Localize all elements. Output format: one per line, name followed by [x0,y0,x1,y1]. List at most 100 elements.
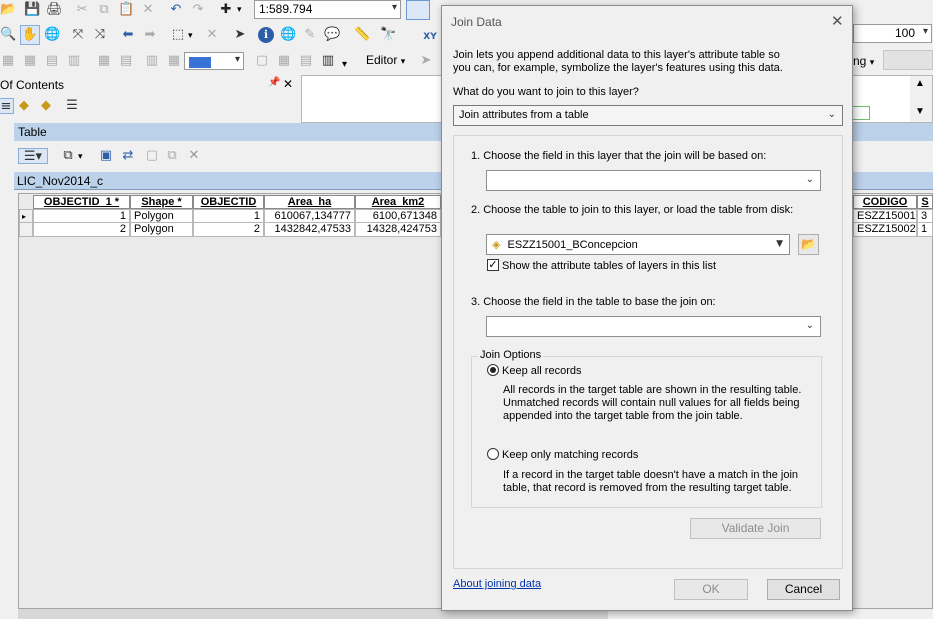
table-cell[interactable]: 3 [917,209,933,223]
layer-field-select[interactable]: ⌄ [486,170,821,191]
keep-matching-records-radio[interactable] [487,448,499,460]
save-icon[interactable]: 💾 [24,2,40,18]
close-icon[interactable]: ✕ [831,12,844,30]
edit-arrow-icon[interactable]: ➤ [418,53,434,69]
layout-icon-3[interactable]: ▤ [298,53,314,69]
chevron-down-icon[interactable]: ▼ [915,106,925,117]
clear-selection-icon[interactable]: ✕ [204,27,220,43]
identify-icon[interactable]: ℹ [258,27,274,43]
table-cell[interactable]: 2 [33,223,130,237]
column-header[interactable]: Shape * [130,195,193,209]
switch-selection-icon[interactable]: ⇄ [120,148,136,164]
list-by-visibility-icon[interactable]: ◆ [38,98,54,114]
column-header[interactable]: Area_ha [264,195,355,209]
pointer-icon[interactable]: ➤ [232,27,248,43]
grid-tool-icon-4[interactable]: ▦ [96,53,112,69]
georef-combo[interactable] [883,50,933,70]
edit-tool-icon[interactable]: ✎ [302,27,318,43]
select-dropdown-icon[interactable]: ▾ [188,30,193,41]
go-to-xy-icon[interactable]: XY [422,29,438,45]
zoom-to-selected-icon[interactable]: ⧉ [164,148,180,164]
zoom-out-icon[interactable]: 🔍 [0,27,16,43]
globe-icon[interactable]: 🌐 [44,27,60,43]
clear-selection-table-icon[interactable]: ▢ [144,148,160,164]
table-cell[interactable]: 1432842,47533 [264,223,355,237]
chevron-up-icon[interactable]: ▲ [915,78,925,89]
table-cell[interactable]: ESZZ15001 [853,209,917,223]
editor-toolbar-icon[interactable] [406,0,430,20]
grid-tool-icon-2[interactable]: ▤ [44,53,60,69]
join-table-select[interactable]: ◈ ESZZ15001_BConcepcion ▼ [486,234,790,255]
table-cell[interactable]: ESZZ15002 [853,223,917,237]
paste-icon[interactable]: 📋 [118,2,134,18]
pan-icon[interactable]: ✋ [20,25,40,45]
column-header[interactable]: OBJECTID [193,195,264,209]
zoom-combo[interactable]: 100 ▾ [853,24,932,43]
select-by-attributes-icon[interactable]: ▣ [98,148,114,164]
ok-button[interactable]: OK [674,579,748,600]
grid-tool-icon-6[interactable]: ▥ [144,53,160,69]
join-field-select[interactable]: ⌄ [486,316,821,337]
full-extent-icon[interactable]: ⤧ [70,27,86,43]
options-icon[interactable]: ☰ [64,98,80,114]
editor-menu[interactable]: Editor ▾ [366,53,405,67]
cut-icon[interactable]: ✂ [74,2,90,18]
column-header[interactable]: S [917,195,933,209]
cancel-button[interactable]: Cancel [767,579,840,600]
related-tables-icon[interactable]: ⧉ [60,148,76,164]
print-icon[interactable]: 🖨 [46,2,63,18]
table-cell[interactable]: 1 [33,209,130,223]
html-popup-icon[interactable]: 💬 [324,27,340,43]
row-selector[interactable] [19,223,33,237]
validate-join-button[interactable]: Validate Join [690,518,821,539]
column-header[interactable]: CODIGO [853,195,917,209]
table-cell[interactable]: 610067,134777 [264,209,355,223]
show-attribute-tables-checkbox[interactable]: ✓ [487,259,499,271]
row-selector[interactable]: ▸ [19,209,33,223]
table-cell[interactable]: 6100,671348 [355,209,441,223]
layout-icon-1[interactable]: ▢ [254,53,270,69]
find-icon[interactable]: 🔭 [380,27,396,43]
snapping-icon[interactable]: ▦ [0,53,16,69]
browse-folder-button[interactable]: 📂 [798,234,819,255]
table-cell[interactable]: Polygon [130,223,193,237]
hyperlink-icon[interactable]: 🌐 [280,27,296,43]
table-cell[interactable]: 14328,424753 [355,223,441,237]
open-icon[interactable]: 📂 [0,2,16,18]
redo-icon[interactable]: ↷ [190,2,206,18]
close-icon[interactable]: ✕ [283,77,293,91]
table-options-icon[interactable]: ☰▾ [18,148,48,164]
forward-extent-icon[interactable]: ➡ [142,27,158,43]
table-cell[interactable]: 1 [917,223,933,237]
table-cell[interactable]: 1 [193,209,264,223]
related-tables-dropdown-icon[interactable]: ▾ [78,151,83,162]
about-joining-data-link[interactable]: About joining data [453,578,541,590]
grid-tool-icon-3[interactable]: ▥ [66,53,82,69]
delete-selected-icon[interactable]: ✕ [186,148,202,164]
grid-tool-icon-5[interactable]: ▤ [118,53,134,69]
back-extent-icon[interactable]: ⬅ [120,27,136,43]
list-by-source-icon[interactable]: ◆ [16,98,32,114]
add-data-icon[interactable]: ✚ [218,2,234,18]
grid-tool-icon-7[interactable]: ▦ [166,53,182,69]
georeferencing-menu[interactable]: ng ▾ [853,54,874,68]
column-header[interactable]: Area_km2 [355,195,441,209]
join-type-select[interactable]: Join attributes from a table ⌄ [453,105,843,126]
measure-icon[interactable]: 📏 [354,27,370,43]
delete-icon[interactable]: ✕ [140,2,156,18]
map-scale-combo[interactable]: 1:589.794 ▾ [254,0,401,19]
table-cell[interactable]: Polygon [130,209,193,223]
layout-icon-4[interactable]: ▥ [320,53,336,69]
fixed-zoom-icon[interactable]: ⤨ [92,27,108,43]
undo-icon[interactable]: ↶ [168,2,184,18]
pin-icon[interactable]: 📌 [268,77,280,88]
layout-icon-2[interactable]: ▦ [276,53,292,69]
copy-icon[interactable]: ⧉ [96,2,112,18]
toolbar-overflow-icon[interactable]: ▾ [342,59,347,70]
select-features-icon[interactable]: ⬚ [170,27,186,43]
grid-tool-icon-1[interactable]: ▦ [22,53,38,69]
table-cell[interactable]: 2 [193,223,264,237]
column-header[interactable]: OBJECTID_1 * [33,195,130,209]
add-data-dropdown-icon[interactable]: ▾ [237,4,242,15]
keep-all-records-radio[interactable] [487,364,499,376]
